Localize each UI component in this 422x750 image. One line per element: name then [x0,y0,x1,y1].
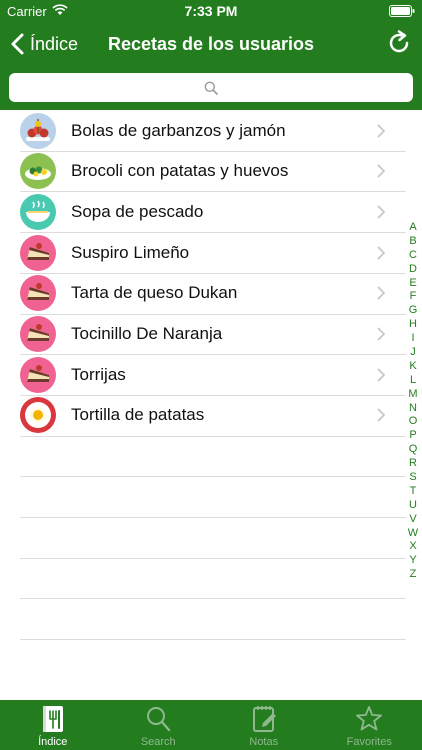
fried-egg-plate-icon [20,397,56,434]
row-separator [20,517,406,518]
index-letter[interactable]: T [406,485,420,499]
row-separator [20,435,406,437]
row-separator [20,639,406,641]
tab-label: Índice [38,736,68,748]
index-letter[interactable]: F [406,290,420,304]
index-letter[interactable]: P [406,429,420,443]
chevron-left-icon [11,33,24,55]
index-letter[interactable]: N [406,402,420,416]
list-item-label: Tocinillo De Naranja [71,324,223,343]
index-letter[interactable]: S [406,471,420,485]
index-letter[interactable]: K [406,360,420,374]
index-letter[interactable]: O [406,415,420,429]
recipe-book-icon [42,706,63,732]
index-letter[interactable]: U [406,499,420,513]
back-label: Índice [30,33,79,54]
index-letter[interactable]: G [406,304,420,318]
list-item-label: Sopa de pescado [71,201,204,221]
cake-slice-icon [20,234,56,271]
index-letter[interactable]: X [406,540,420,554]
chevron-right-icon [377,327,385,341]
index-letter[interactable]: W [406,527,420,541]
status-time: 7:33 PM [184,3,238,19]
recipe-list: Bolas de garbanzos y jamón Brocoli con pa… [0,110,422,700]
index-letter[interactable]: H [406,318,420,332]
cake-slice-icon [20,356,56,393]
index-letter[interactable]: R [406,457,420,471]
search-icon [147,707,171,732]
cake-slice-icon [20,316,56,352]
tab-indice[interactable]: Índice [0,700,106,750]
list-item-label: Torrijas [71,364,126,384]
row-separator [20,557,406,559]
list-item-label: Tarta de queso Dukan [71,283,238,303]
index-letter[interactable]: V [406,513,420,527]
tab-bar: Índice Search Notas Favorites [0,700,422,750]
list-item[interactable]: Torrijas [0,354,406,395]
tapas-skewer-icon [20,112,56,149]
chevron-right-icon [377,368,385,382]
row-separator [20,598,406,600]
index-letter[interactable]: M [406,388,420,402]
row-separator [20,476,406,478]
star-icon [356,706,383,731]
list-item-label: Tortilla de patatas [71,405,205,425]
index-letter[interactable]: J [406,346,420,360]
list-item[interactable]: Suspiro Limeño [0,232,406,273]
index-letter[interactable]: Y [406,554,420,568]
row-separator [20,191,406,193]
tab-label: Favorites [346,736,392,748]
tab-label: Search [140,736,176,748]
list-item[interactable]: Brocoli con patatas y huevos [0,151,406,192]
index-letter[interactable]: E [406,277,420,291]
app-header: Carrier 7:33 PM Índice Recetas de los us… [0,0,422,110]
list-item[interactable]: Tocinillo De Naranja [0,314,406,355]
soup-bowl-icon [20,193,56,230]
list-item[interactable]: Bolas de garbanzos y jamón [0,110,406,151]
chevron-right-icon [377,408,385,422]
chevron-right-icon [377,205,385,219]
row-separator [20,150,406,152]
index-letter[interactable]: I [406,332,420,346]
index-letter[interactable]: L [406,374,420,388]
status-bar: Carrier 7:33 PM [0,0,422,22]
chevron-right-icon [377,164,385,178]
back-button[interactable]: Índice [10,30,78,58]
index-letter[interactable]: D [406,263,420,277]
row-separator [20,394,406,396]
index-letter[interactable]: Q [406,443,420,457]
index-letter[interactable]: A [406,221,420,235]
tab-notas[interactable]: Notas [211,700,317,750]
chevron-right-icon [377,124,385,137]
list-item[interactable]: Tortilla de patatas [0,395,406,436]
battery-icon [389,5,415,17]
index-letter[interactable]: C [406,249,420,263]
list-item-label: Bolas de garbanzos y jamón [71,120,286,140]
search-icon [204,81,218,95]
list-item[interactable]: Sopa de pescado [0,191,406,232]
chevron-right-icon [377,286,385,300]
row-separator [20,232,406,234]
row-separator [20,354,406,356]
search-input[interactable] [9,73,413,102]
vegetable-dish-icon [20,153,56,190]
cake-slice-icon [20,275,56,312]
tab-label: Notas [249,736,279,748]
row-separator [20,272,406,274]
tab-favorites[interactable]: Favorites [317,700,422,750]
list-item-label: Suspiro Limeño [71,242,190,262]
row-separator [20,313,406,315]
list-item-label: Brocoli con patatas y huevos [71,161,289,181]
tab-search[interactable]: Search [106,700,212,750]
notepad-icon [252,706,276,732]
refresh-icon[interactable] [386,30,412,56]
alphabet-index[interactable]: ABCDEFGHIJKLMNOPQRSTUVWXYZ [406,221,420,582]
index-letter[interactable]: Z [406,568,420,582]
chevron-right-icon [377,246,385,259]
index-letter[interactable]: B [406,235,420,249]
navigation-bar: Índice Recetas de los usuarios [0,22,422,66]
list-item[interactable]: Tarta de queso Dukan [0,273,406,314]
